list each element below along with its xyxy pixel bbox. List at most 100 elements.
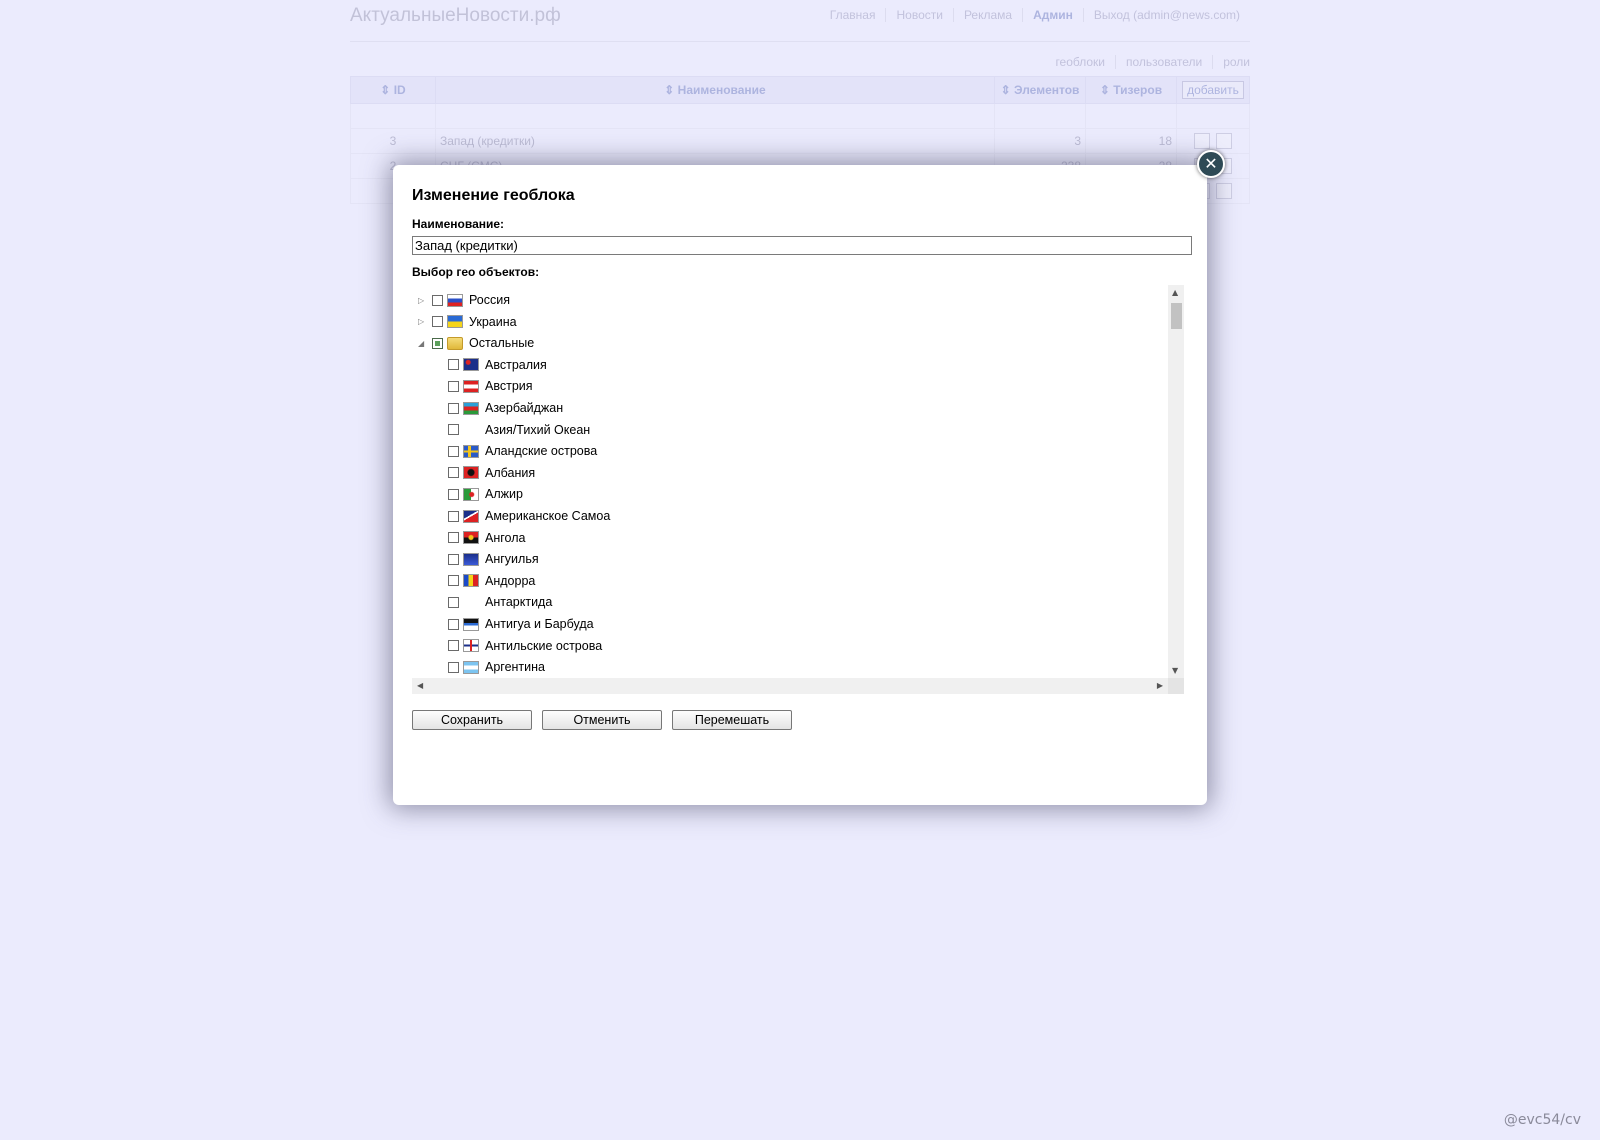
tree-node-label: Австрия: [485, 379, 533, 394]
flag-algeria-icon: [463, 487, 479, 501]
tree-checkbox[interactable]: [448, 661, 459, 673]
tree-checkbox[interactable]: [448, 553, 459, 565]
tree-checkbox[interactable]: [448, 596, 459, 608]
watermark: @evc54/cv: [1503, 1112, 1581, 1128]
tree-checkbox[interactable]: [448, 510, 459, 522]
geo-tree-panel: ▷ Россия ▷ Украина ◢ Остальные Австралия Австри…: [412, 285, 1184, 695]
tree-node-label: Аргентина: [485, 660, 545, 675]
tree-node[interactable]: Антигуа и Барбуда: [434, 615, 594, 633]
tree-node-label: Андорра: [485, 573, 536, 588]
tree-checkbox[interactable]: [448, 575, 459, 587]
flag-russia-icon: [447, 293, 463, 307]
col-name[interactable]: ⇕ Наименование: [435, 76, 995, 104]
scrollbar-thumb[interactable]: [1171, 303, 1182, 329]
tree-checkbox[interactable]: [448, 467, 459, 479]
tree-node-label: Антильские острова: [485, 638, 603, 653]
tree-checkbox[interactable]: [448, 618, 459, 630]
flag-andorra-icon: [463, 574, 479, 588]
col-teasers[interactable]: ⇕ Тизеров: [1085, 76, 1177, 104]
tree-checkbox[interactable]: [448, 380, 459, 392]
tree-checkbox[interactable]: [448, 424, 459, 436]
flag-american-samoa-icon: [463, 509, 479, 523]
tree-node[interactable]: Антарктида: [434, 593, 552, 611]
tree-checkbox[interactable]: [448, 640, 459, 652]
table-row: 3 Запад (кредитки) 3 18: [350, 128, 1250, 154]
flag-antilles-icon: [463, 639, 479, 653]
tree-checkbox[interactable]: [448, 445, 459, 457]
tree-checkbox[interactable]: [448, 488, 459, 500]
tree-node-label: Австралия: [485, 357, 547, 372]
horizontal-scrollbar[interactable]: ◀ ▶: [412, 678, 1168, 694]
close-icon[interactable]: ✕: [1197, 150, 1225, 178]
col-id[interactable]: ⇕ ID: [350, 76, 436, 104]
tree-node[interactable]: Австрия: [434, 377, 533, 395]
blank-icon: [463, 423, 479, 436]
tree-node-label: Албания: [485, 465, 536, 480]
delete-icon[interactable]: [1216, 133, 1232, 149]
tree-node[interactable]: Американское Самоа: [434, 507, 610, 525]
nav-home[interactable]: Главная: [820, 8, 886, 22]
blank-icon: [463, 596, 479, 609]
expand-icon[interactable]: ▷: [418, 296, 428, 305]
tree-node[interactable]: Азия/Тихий Океан: [434, 421, 590, 439]
scroll-down-icon[interactable]: ▼: [1172, 666, 1178, 675]
flag-austria-icon: [463, 379, 479, 393]
col-elements[interactable]: ⇕ Элементов: [994, 76, 1086, 104]
collapse-icon[interactable]: ◢: [418, 339, 428, 348]
subnav-roles[interactable]: роли: [1212, 55, 1250, 69]
tree-node[interactable]: Антильские острова: [434, 637, 602, 655]
tree-node[interactable]: Ангуилья: [434, 550, 539, 568]
tree-node[interactable]: Азербайджан: [434, 399, 563, 417]
tree-node[interactable]: ◢ Остальные: [418, 334, 534, 352]
shuffle-button[interactable]: Перемешать: [672, 710, 792, 730]
subnav-users[interactable]: пользователи: [1115, 55, 1212, 69]
tree-node-label: Антарктида: [485, 595, 553, 610]
edit-icon[interactable]: [1194, 133, 1210, 149]
tree-checkbox[interactable]: [432, 337, 443, 349]
flag-argentina-icon: [463, 660, 479, 674]
tree-node-label: Аландские острова: [485, 444, 598, 459]
tree-node-label: Ангола: [485, 530, 526, 545]
flag-azerbaijan-icon: [463, 401, 479, 415]
scroll-left-icon[interactable]: ◀: [417, 681, 423, 690]
tree-node[interactable]: Аландские острова: [434, 442, 597, 460]
vertical-scrollbar[interactable]: ▲ ▼: [1168, 285, 1184, 678]
scroll-right-icon[interactable]: ▶: [1157, 681, 1163, 690]
tree-node-label: Американское Самоа: [485, 509, 611, 523]
nav-logout[interactable]: Выход (admin@news.com): [1082, 8, 1250, 22]
tree-node[interactable]: Австралия: [434, 356, 547, 374]
tree-node-label: Остальные: [469, 336, 535, 351]
flag-ukraine-icon: [447, 315, 463, 329]
delete-icon[interactable]: [1216, 183, 1232, 199]
nav-admin[interactable]: Админ: [1022, 8, 1083, 22]
tree-checkbox[interactable]: [432, 294, 443, 306]
tree-node[interactable]: ▷ Украина: [418, 313, 517, 331]
site-brand[interactable]: АктуальныеНовости.рф: [350, 5, 561, 27]
add-button[interactable]: добавить: [1182, 81, 1244, 99]
tree-checkbox[interactable]: [432, 316, 443, 328]
tree-checkbox[interactable]: [448, 359, 459, 371]
expand-icon[interactable]: ▷: [418, 317, 428, 326]
save-button[interactable]: Сохранить: [412, 710, 532, 730]
flag-anguilla-icon: [463, 552, 479, 566]
geo-tree: ▷ Россия ▷ Украина ◢ Остальные Австралия Австри…: [412, 285, 1168, 678]
tree-node[interactable]: ▷ Россия: [418, 291, 510, 309]
tree-node-label: Украина: [469, 314, 517, 329]
admin-subnav: геоблоки пользователи роли: [1045, 55, 1250, 69]
nav-news[interactable]: Новости: [885, 8, 952, 22]
tree-node[interactable]: Албания: [434, 464, 535, 482]
tree-node[interactable]: Алжир: [434, 485, 523, 503]
tree-node[interactable]: Аргентина: [434, 658, 545, 676]
tree-checkbox[interactable]: [448, 402, 459, 414]
cancel-button[interactable]: Отменить: [542, 710, 662, 730]
flag-aland-icon: [463, 444, 479, 458]
edit-geoblock-dialog: Изменение геоблока Наименование: Выбор г…: [393, 165, 1207, 805]
dialog-title: Изменение геоблока: [412, 187, 575, 204]
tree-checkbox[interactable]: [448, 532, 459, 544]
scroll-up-icon[interactable]: ▲: [1172, 288, 1178, 297]
nav-ads[interactable]: Реклама: [952, 8, 1022, 22]
tree-node[interactable]: Ангола: [434, 529, 525, 547]
tree-node[interactable]: Андорра: [434, 572, 535, 590]
name-input[interactable]: [412, 236, 1192, 255]
subnav-geoblocks[interactable]: геоблоки: [1045, 55, 1115, 69]
